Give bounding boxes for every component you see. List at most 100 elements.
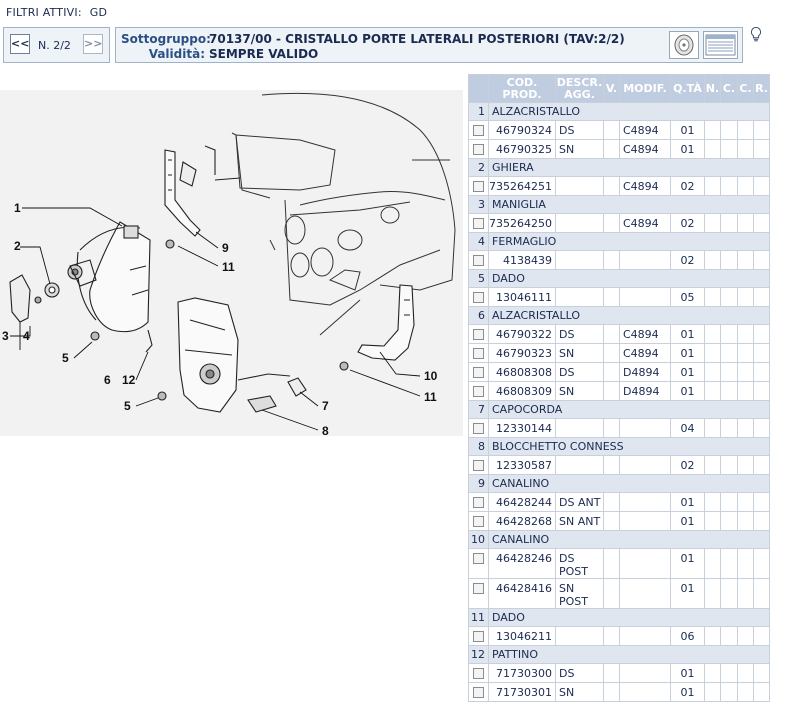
part-r: [753, 324, 770, 344]
header-v[interactable]: V.: [603, 74, 620, 103]
table-row[interactable]: 71730301 SN 01: [468, 682, 770, 702]
table-row[interactable]: 46790325 SN C4894 01: [468, 139, 770, 159]
header-c1[interactable]: C.: [720, 74, 738, 103]
header-modif[interactable]: MODIF.: [619, 74, 671, 103]
validity-row: Validità: SEMPRE VALIDO: [121, 47, 319, 61]
row-checkbox[interactable]: [473, 668, 484, 679]
row-checkbox[interactable]: [473, 329, 484, 340]
table-row[interactable]: 46428416 SN POST 01: [468, 578, 770, 609]
part-c2: [737, 492, 754, 512]
group-number: 10: [468, 530, 489, 549]
table-row[interactable]: 46808309 SN D4894 01: [468, 381, 770, 401]
row-checkbox[interactable]: [473, 348, 484, 359]
row-checkbox[interactable]: [473, 144, 484, 155]
table-row[interactable]: 12330144 04: [468, 418, 770, 438]
part-modif: C4894: [619, 120, 671, 140]
header-cod-prod[interactable]: COD. PROD.: [488, 74, 556, 103]
row-checkbox[interactable]: [473, 687, 484, 698]
part-v: [603, 418, 620, 438]
part-code: 12330144: [488, 418, 556, 438]
validity-label: Validità:: [148, 47, 205, 61]
row-checkbox[interactable]: [473, 255, 484, 266]
part-modif: [619, 250, 671, 270]
header-descr-agg[interactable]: DESCR. AGG.: [555, 74, 604, 103]
row-checkbox[interactable]: [473, 497, 484, 508]
part-modif: [619, 418, 671, 438]
part-qta: 01: [670, 548, 705, 579]
table-row[interactable]: 46790323 SN C4894 01: [468, 343, 770, 363]
double-chevron-right-icon[interactable]: >>: [83, 34, 103, 54]
part-modif: [619, 455, 671, 475]
header-qta[interactable]: Q.TÀ: [670, 74, 705, 103]
drawing-label-12: 12: [122, 373, 136, 387]
row-select-cell: [468, 213, 489, 233]
group-row: 5 DADO: [468, 269, 770, 288]
part-c1: [720, 176, 738, 196]
drawing-label-11a: 11: [222, 260, 235, 274]
row-checkbox[interactable]: [473, 516, 484, 527]
part-description: SN: [555, 139, 604, 159]
group-number: 6: [468, 306, 489, 325]
table-row[interactable]: 13046111 05: [468, 287, 770, 307]
table-row[interactable]: 735264250 C4894 02: [468, 213, 770, 233]
table-row[interactable]: 46808308 DS D4894 01: [468, 362, 770, 382]
lightbulb-icon[interactable]: [748, 26, 764, 42]
row-checkbox[interactable]: [473, 125, 484, 136]
row-checkbox[interactable]: [473, 386, 484, 397]
subgroup-value: 70137/00 - CRISTALLO PORTE LATERALI POST…: [209, 32, 625, 46]
group-number: 1: [468, 102, 489, 121]
part-c1: [720, 626, 738, 646]
part-v: [603, 682, 620, 702]
table-row[interactable]: 735264251 C4894 02: [468, 176, 770, 196]
table-row[interactable]: 46428246 DS POST 01: [468, 548, 770, 579]
part-qta: 01: [670, 324, 705, 344]
part-qta: 02: [670, 176, 705, 196]
row-checkbox[interactable]: [473, 218, 484, 229]
table-row[interactable]: 4138439 02: [468, 250, 770, 270]
table-row[interactable]: 71730300 DS 01: [468, 663, 770, 683]
table-row[interactable]: 46790322 DS C4894 01: [468, 324, 770, 344]
row-checkbox[interactable]: [473, 553, 484, 564]
header-c2[interactable]: C.: [737, 74, 754, 103]
drawing-label-6: 6: [104, 373, 111, 387]
group-row: 4 FERMAGLIO: [468, 232, 770, 251]
part-c2: [737, 120, 754, 140]
part-qta: 01: [670, 578, 705, 609]
header-n[interactable]: N.: [704, 74, 721, 103]
table-thumbnail-icon[interactable]: [703, 31, 738, 59]
part-description: DS: [555, 324, 604, 344]
row-checkbox[interactable]: [473, 423, 484, 434]
table-row[interactable]: 12330587 02: [468, 455, 770, 475]
part-c1: [720, 578, 738, 609]
group-row: 2 GHIERA: [468, 158, 770, 177]
part-c2: [737, 324, 754, 344]
table-row[interactable]: 46428268 SN ANT 01: [468, 511, 770, 531]
part-description: DS: [555, 663, 604, 683]
table-row[interactable]: 13046211 06: [468, 626, 770, 646]
header-select: [468, 74, 489, 103]
part-r: [753, 626, 770, 646]
row-checkbox[interactable]: [473, 583, 484, 594]
row-checkbox[interactable]: [473, 181, 484, 192]
double-chevron-left-icon[interactable]: <<: [10, 34, 30, 54]
drawing-label-5b: 5: [124, 399, 131, 413]
table-row[interactable]: 46790324 DS C4894 01: [468, 120, 770, 140]
row-checkbox[interactable]: [473, 367, 484, 378]
parts-table-body: 1 ALZACRISTALLO 46790324 DS C4894 01 46790325 S…: [468, 102, 770, 702]
part-description: [555, 213, 604, 233]
group-number: 5: [468, 269, 489, 288]
row-checkbox[interactable]: [473, 631, 484, 642]
group-name: BLOCCHETTO CONNESS: [488, 437, 770, 456]
part-c2: [737, 455, 754, 475]
part-description: [555, 287, 604, 307]
header-r[interactable]: R.: [753, 74, 770, 103]
drawing-label-3: 3: [2, 329, 9, 343]
part-description: SN: [555, 343, 604, 363]
drawing-label-9: 9: [222, 241, 229, 255]
table-row[interactable]: 46428244 DS ANT 01: [468, 492, 770, 512]
row-checkbox[interactable]: [473, 292, 484, 303]
wheel-thumbnail-icon[interactable]: [669, 31, 699, 59]
part-qta: 01: [670, 492, 705, 512]
part-c2: [737, 381, 754, 401]
row-checkbox[interactable]: [473, 460, 484, 471]
